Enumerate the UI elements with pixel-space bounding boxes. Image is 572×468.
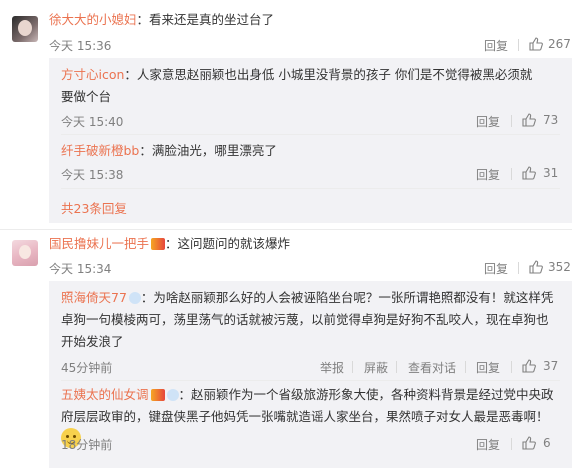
avatar[interactable] — [12, 16, 38, 42]
timestamp: 今天 15:36 — [49, 39, 112, 53]
comment-text: ：这问题问的就该爆炸 — [165, 236, 291, 251]
reply-line: 方寸心icon：人家意思赵丽颖也出身低 小城里没背景的孩子 你们是不觉得被黑必须… — [61, 64, 539, 108]
comment-text: ：看来还是真的坐过台了 — [136, 12, 275, 27]
thumb-up-icon[interactable] — [522, 436, 536, 450]
like-count: 73 — [543, 113, 559, 127]
timestamp: 18分钟前 — [61, 438, 113, 452]
avatar[interactable] — [12, 240, 38, 266]
divider — [61, 380, 560, 381]
divider — [0, 229, 572, 230]
timestamp: 今天 15:40 — [61, 115, 124, 129]
comment-line: 国民撸妹儿一把手 ：这问题问的就该爆炸 — [49, 233, 290, 255]
thumb-up-icon[interactable] — [522, 166, 536, 180]
block-button[interactable]: 屏蔽 — [364, 359, 388, 376]
divider — [511, 168, 512, 180]
like-count: 37 — [543, 359, 559, 373]
username[interactable]: 五姨太的仙女调 — [61, 387, 149, 402]
divider — [518, 39, 519, 51]
divider — [396, 361, 397, 373]
timestamp: 今天 15:34 — [49, 262, 112, 276]
reply-list: 照海倚天77 ：为啥赵丽颖那么好的人会被诬陷坐台呢？一张所谓艳照都没有！就这样凭卓… — [49, 281, 572, 468]
reply-line: 照海倚天77 ：为啥赵丽颖那么好的人会被诬陷坐台呢？一张所谓艳照都没有！就这样凭卓… — [61, 287, 557, 353]
vip-badge-icon — [150, 389, 165, 401]
reply-button[interactable]: 回复 — [476, 436, 500, 453]
level-badge-icon — [128, 292, 141, 304]
reply-text: ：人家意思赵丽颖也出身低 小城里没背景的孩子 你们是不觉得被黑必须就要做个台 — [61, 67, 533, 104]
divider — [61, 134, 560, 135]
view-conversation-button[interactable]: 查看对话 — [408, 359, 456, 376]
thumb-up-icon[interactable] — [529, 37, 543, 51]
timestamp: 45分钟前 — [61, 361, 113, 375]
like-count: 352 — [548, 260, 571, 274]
like-count: 267 — [548, 37, 571, 51]
like-count: 6 — [543, 436, 551, 450]
reply-list: 方寸心icon：人家意思赵丽颖也出身低 小城里没背景的孩子 你们是不觉得被黑必须… — [49, 58, 572, 223]
thumb-up-icon[interactable] — [529, 260, 543, 274]
timestamp: 今天 15:38 — [61, 168, 124, 182]
comment-line: 徐大大的小媳妇：看来还是真的坐过台了 — [49, 9, 274, 31]
level-badge-icon — [166, 389, 179, 401]
reply-button[interactable]: 回复 — [476, 359, 500, 376]
vip-badge-icon — [151, 238, 166, 250]
thumb-up-icon[interactable] — [522, 359, 536, 373]
divider — [465, 361, 466, 373]
more-replies-link[interactable]: 共23条回复 — [61, 198, 127, 217]
divider — [518, 262, 519, 274]
divider — [61, 188, 560, 189]
divider — [511, 361, 512, 373]
reply-line: 纤手破新橙bb：满脸油光，哪里漂亮了 — [61, 140, 277, 162]
reply-button[interactable]: 回复 — [476, 113, 500, 130]
reply-button[interactable]: 回复 — [476, 166, 500, 183]
thumb-up-icon[interactable] — [522, 113, 536, 127]
like-count: 31 — [543, 166, 559, 180]
reply-button[interactable]: 回复 — [484, 37, 508, 54]
divider — [352, 361, 353, 373]
reply-text: ：满脸油光，哪里漂亮了 — [139, 143, 277, 158]
username[interactable]: 纤手破新橙bb — [61, 143, 139, 158]
divider — [511, 438, 512, 450]
username[interactable]: 徐大大的小媳妇 — [49, 12, 137, 27]
reply-button[interactable]: 回复 — [484, 260, 508, 277]
divider — [511, 115, 512, 127]
report-button[interactable]: 举报 — [320, 359, 344, 376]
username[interactable]: 国民撸妹儿一把手 — [49, 236, 149, 251]
username[interactable]: 照海倚天77 — [61, 290, 127, 305]
username[interactable]: 方寸心icon — [61, 67, 124, 82]
